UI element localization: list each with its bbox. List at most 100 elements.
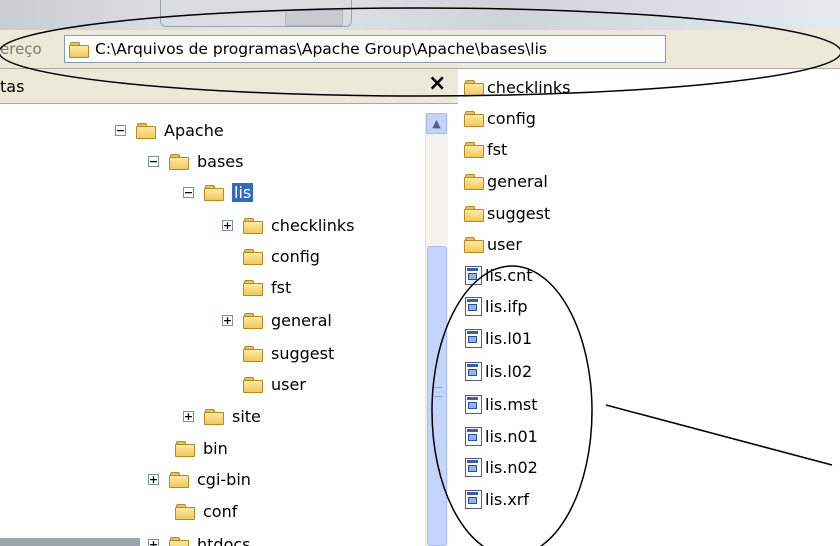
list-item-file[interactable]: lis.xrf bbox=[464, 486, 529, 512]
tree-item-user[interactable]: user bbox=[243, 371, 306, 397]
folder-icon bbox=[464, 79, 484, 96]
expand-icon[interactable]: + bbox=[148, 538, 159, 546]
tree-item-cgi-bin[interactable]: + cgi-bin bbox=[148, 466, 251, 492]
tree-item-general[interactable]: + general bbox=[222, 307, 332, 333]
folder-icon bbox=[243, 279, 263, 296]
address-field[interactable]: C:\Arquivos de programas\Apache Group\Ap… bbox=[64, 35, 666, 63]
tree-item-site[interactable]: + site bbox=[183, 403, 261, 429]
tree-item-label: cgi-bin bbox=[197, 469, 251, 489]
document-icon bbox=[464, 296, 482, 316]
tree-item-label: fst bbox=[271, 277, 292, 297]
document-icon bbox=[464, 457, 482, 477]
tree-item-label: lis bbox=[232, 182, 254, 202]
grip-icon bbox=[434, 387, 442, 397]
background-window-button bbox=[285, 10, 343, 26]
document-icon bbox=[464, 361, 482, 381]
tree-item-label: config bbox=[271, 246, 320, 266]
list-item-folder[interactable]: checklinks bbox=[464, 74, 570, 100]
list-item-label: config bbox=[487, 108, 536, 128]
list-item-file[interactable]: lis.n02 bbox=[464, 454, 538, 480]
expand-icon[interactable]: + bbox=[183, 410, 194, 422]
address-path[interactable]: C:\Arquivos de programas\Apache Group\Ap… bbox=[95, 40, 547, 58]
folder-icon bbox=[243, 248, 263, 265]
folder-icon bbox=[464, 173, 484, 190]
list-item-label: fst bbox=[487, 139, 508, 159]
collapse-icon[interactable]: − bbox=[183, 186, 194, 198]
address-bar: ereço C:\Arquivos de programas\Apache Gr… bbox=[0, 30, 840, 69]
folder-icon bbox=[136, 122, 156, 139]
tree-item-label: bases bbox=[197, 151, 244, 171]
list-item-file[interactable]: lis.n01 bbox=[464, 423, 538, 449]
tree-item-label: htdocs bbox=[197, 534, 251, 546]
folder-icon bbox=[464, 236, 484, 253]
tree-item-bin[interactable]: bin bbox=[175, 435, 228, 461]
tree-item-config[interactable]: config bbox=[243, 243, 320, 269]
folder-icon bbox=[204, 408, 224, 425]
document-icon bbox=[464, 328, 482, 348]
tree-item-label: suggest bbox=[271, 343, 335, 363]
address-label: ereço bbox=[0, 40, 42, 58]
folder-icon bbox=[169, 153, 189, 170]
tree-item-suggest[interactable]: suggest bbox=[243, 340, 334, 366]
folder-icon bbox=[243, 345, 263, 362]
tree-item-fst[interactable]: fst bbox=[243, 274, 291, 300]
document-icon bbox=[464, 489, 482, 509]
list-item-label: lis.ifp bbox=[485, 296, 528, 316]
folder-icon bbox=[243, 312, 263, 329]
tree-item-lis[interactable]: − lis bbox=[183, 179, 254, 205]
document-icon bbox=[464, 265, 482, 285]
tree-item-label: general bbox=[271, 310, 332, 330]
expand-icon[interactable]: + bbox=[222, 219, 233, 231]
tree-item-label: Apache bbox=[164, 120, 224, 140]
collapse-icon[interactable]: − bbox=[115, 124, 126, 136]
list-item-file[interactable]: lis.l01 bbox=[464, 325, 532, 351]
tree-item-label: conf bbox=[203, 501, 238, 521]
tree-item-apache[interactable]: − Apache bbox=[115, 117, 224, 143]
folder-icon bbox=[464, 141, 484, 158]
list-item-label: lis.n02 bbox=[485, 457, 538, 477]
list-item-folder[interactable]: fst bbox=[464, 136, 507, 162]
tree-item-label: bin bbox=[203, 438, 228, 458]
arrow-up-icon[interactable]: ▲ bbox=[426, 113, 447, 134]
tree-item-bases[interactable]: − bases bbox=[148, 148, 243, 174]
list-item-file[interactable]: lis.ifp bbox=[464, 293, 528, 319]
list-item-label: lis.xrf bbox=[485, 489, 529, 509]
list-item-folder[interactable]: config bbox=[464, 105, 536, 131]
folder-icon bbox=[243, 217, 263, 234]
folder-icon bbox=[69, 41, 89, 58]
folder-icon bbox=[175, 503, 195, 520]
list-item-label: lis.cnt bbox=[485, 265, 533, 285]
list-item-label: general bbox=[487, 171, 548, 191]
tree-item-checklinks[interactable]: + checklinks bbox=[222, 212, 354, 238]
expand-icon[interactable]: + bbox=[148, 473, 159, 485]
tree-item-htdocs[interactable]: + htdocs bbox=[148, 531, 251, 546]
folder-icon bbox=[464, 205, 484, 222]
close-icon[interactable]: × bbox=[428, 71, 446, 96]
list-item-label: lis.l01 bbox=[485, 328, 533, 348]
collapse-icon[interactable]: − bbox=[148, 155, 159, 167]
file-list-pane: checklinks config fst general suggest us… bbox=[458, 69, 840, 546]
list-item-folder[interactable]: suggest bbox=[464, 200, 550, 226]
tree-item-conf[interactable]: conf bbox=[175, 498, 237, 524]
open-folder-icon bbox=[204, 184, 224, 201]
list-item-label: suggest bbox=[487, 203, 551, 223]
tree-item-label: user bbox=[271, 374, 306, 394]
folders-pane-title: tas bbox=[0, 77, 25, 96]
scrollbar-thumb[interactable] bbox=[427, 246, 447, 546]
tree-item-label: site bbox=[232, 406, 261, 426]
folders-pane: tas × − Apache − bases − lis + checklink… bbox=[0, 69, 458, 546]
list-item-label: lis.n01 bbox=[485, 426, 538, 446]
list-item-file[interactable]: lis.l02 bbox=[464, 358, 532, 384]
document-icon bbox=[464, 426, 482, 446]
list-item-folder[interactable]: general bbox=[464, 168, 548, 194]
list-item-file[interactable]: lis.cnt bbox=[464, 262, 533, 288]
expand-icon[interactable]: + bbox=[222, 314, 233, 326]
folder-icon bbox=[175, 440, 195, 457]
list-item-label: checklinks bbox=[487, 77, 571, 97]
list-item-file[interactable]: lis.mst bbox=[464, 391, 538, 417]
list-item-label: lis.mst bbox=[485, 394, 538, 414]
list-item-folder[interactable]: user bbox=[464, 231, 522, 257]
tree-scrollbar[interactable]: ▲ bbox=[425, 113, 448, 546]
list-item-label: user bbox=[487, 234, 522, 254]
list-item-label: lis.l02 bbox=[485, 361, 533, 381]
